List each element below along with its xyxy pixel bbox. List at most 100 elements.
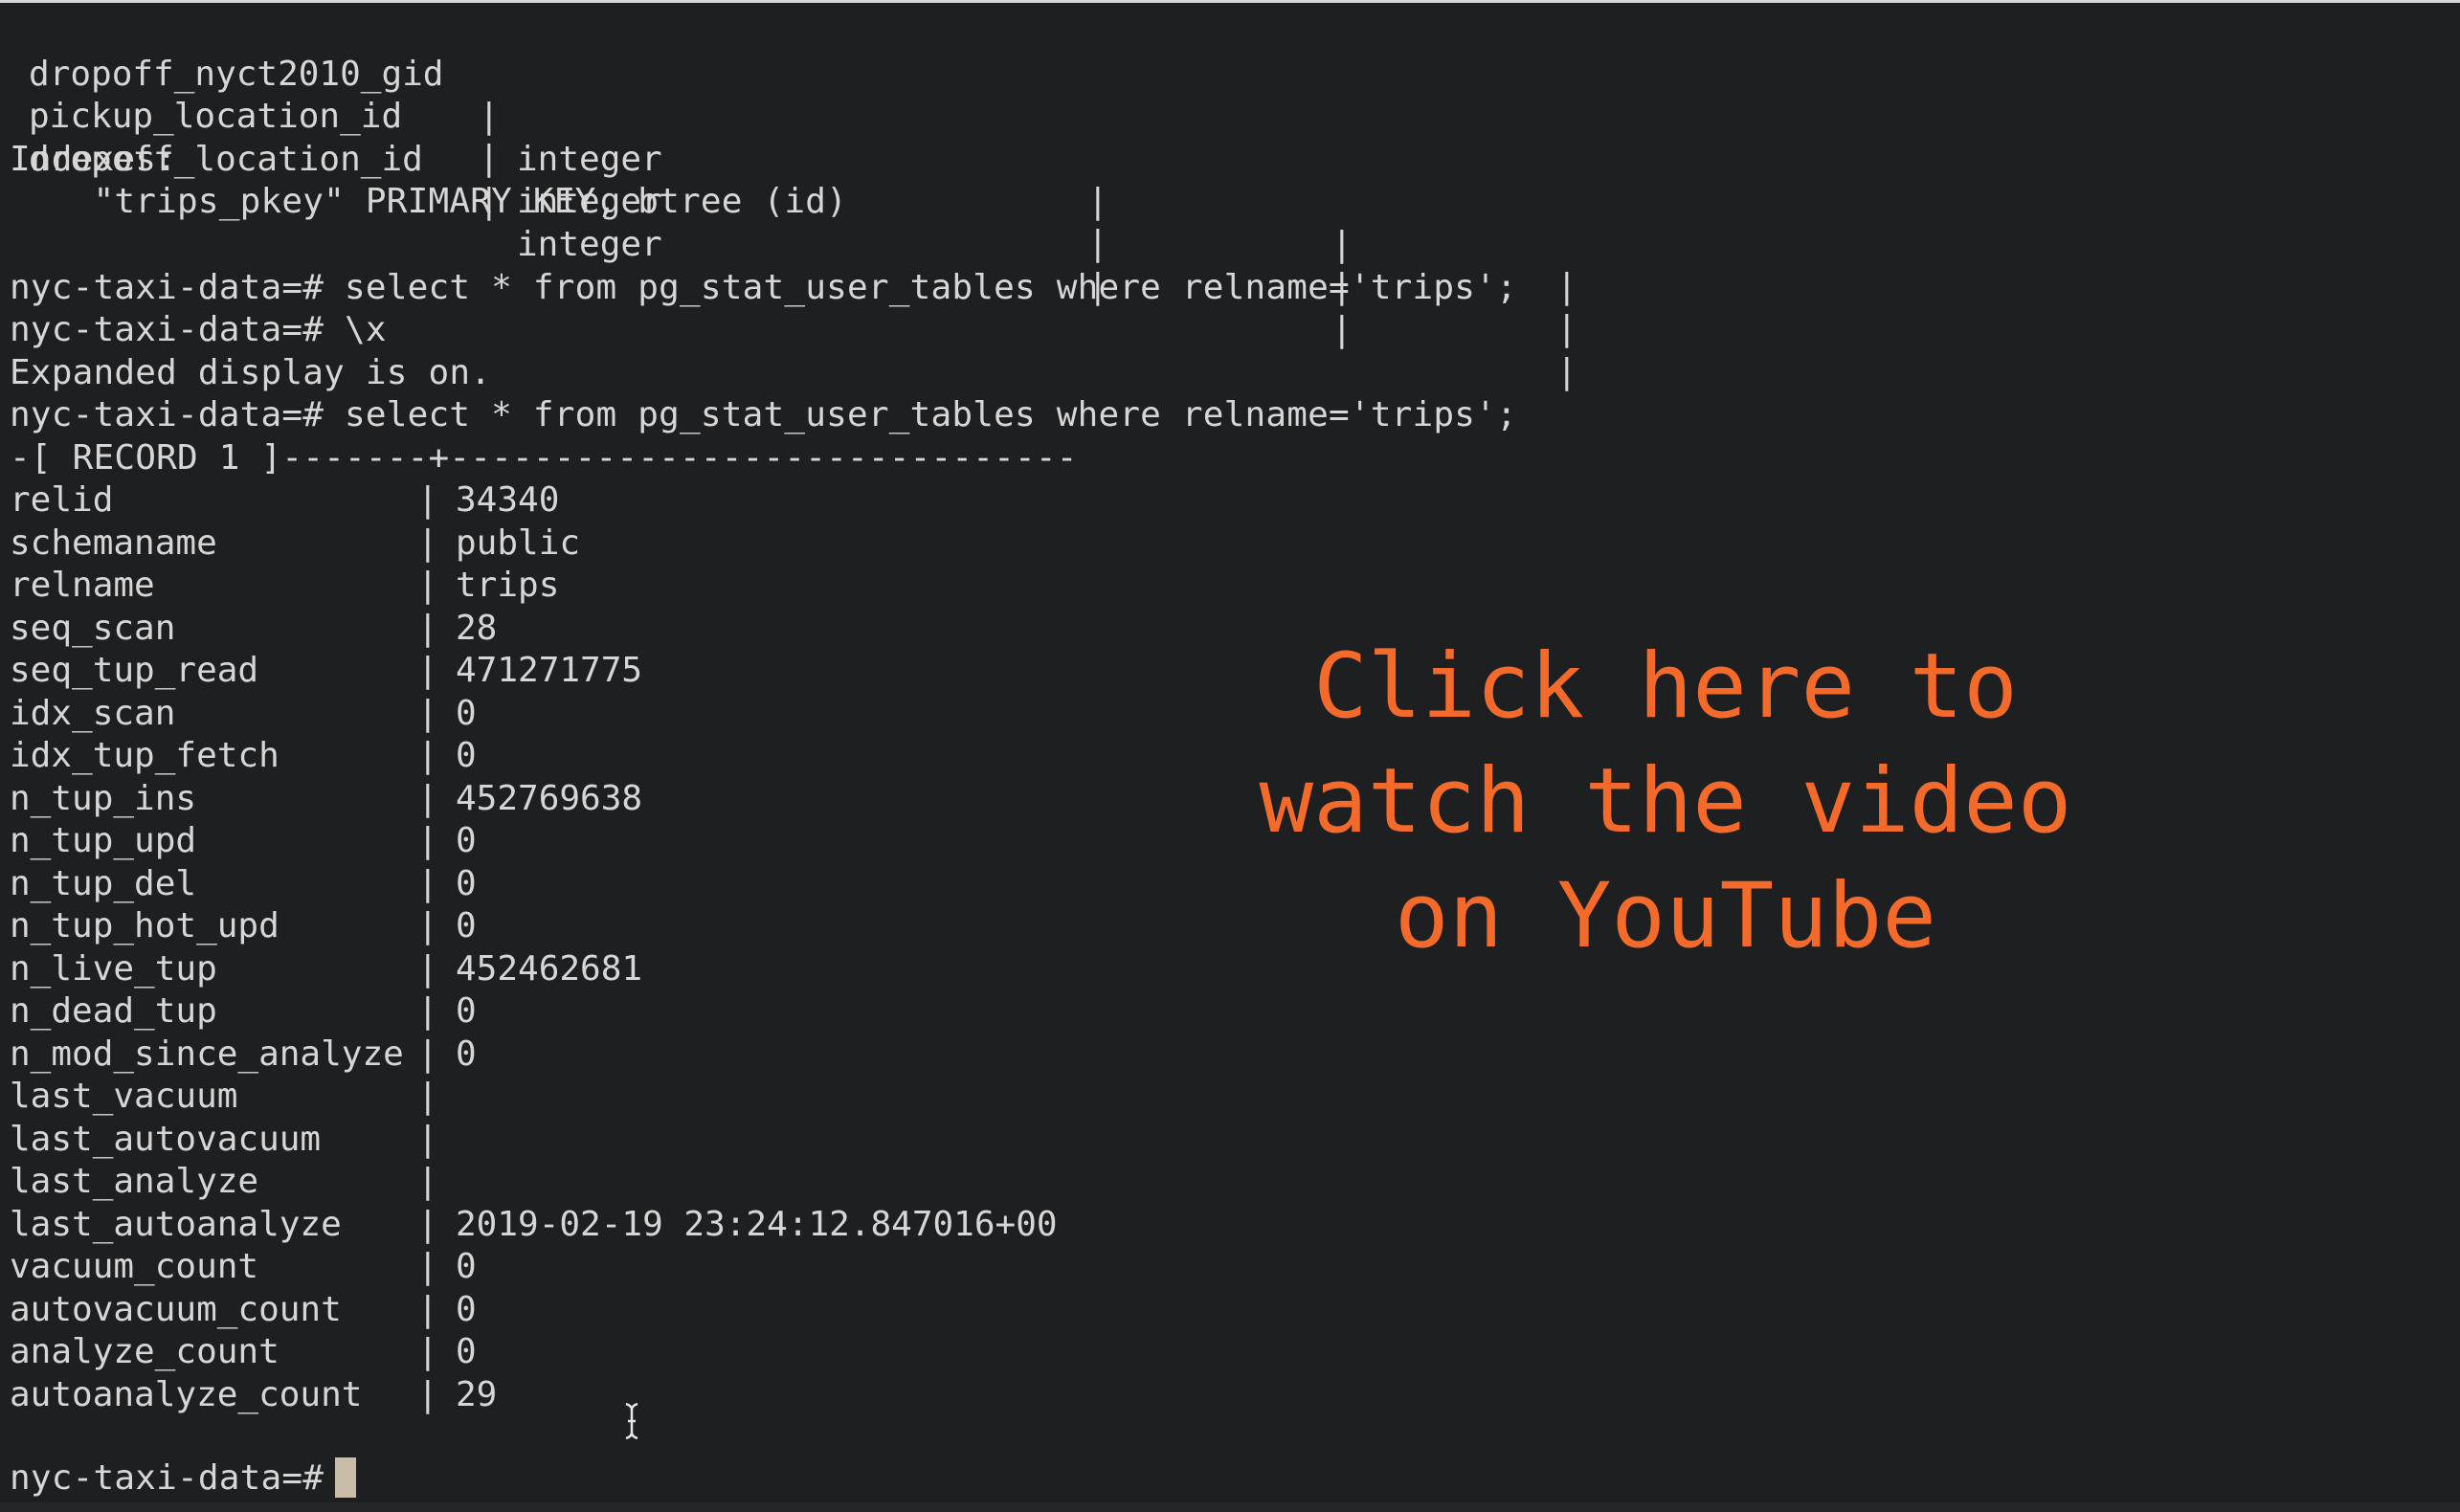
record-value: 34340 [456, 480, 560, 520]
terminal-bottom-edge [0, 1502, 2460, 1512]
record-key: autoanalyze_count [10, 1374, 363, 1414]
record-key: n_tup_ins [10, 778, 197, 818]
command-line: nyc-taxi-data=# select * from pg_stat_us… [10, 395, 1517, 434]
column-type: integer [517, 224, 662, 264]
record-key: last_analyze [10, 1162, 259, 1201]
record-separator: | [417, 480, 438, 520]
record-key: schemaname [10, 523, 217, 563]
record-header: -[ RECORD 1 ]-------+-------------------… [10, 438, 1078, 478]
block-cursor [335, 1457, 356, 1498]
record-value: 28 [456, 608, 498, 648]
column-separator: | [1087, 182, 1108, 221]
record-value: public [456, 523, 581, 563]
record-row: autoanalyze_count | 29 [0, 1374, 1149, 1417]
column-separator: | [1087, 224, 1108, 263]
record-row: relname | trips [0, 565, 1149, 608]
record-row: n_tup_hot_upd | 0 [0, 905, 1149, 948]
record-row: n_live_tup | 452462681 [0, 948, 1149, 991]
prompt[interactable]: nyc-taxi-data=# [10, 1457, 345, 1501]
record-value: 29 [456, 1374, 498, 1414]
record-separator: | [417, 991, 438, 1031]
record-value: 452769638 [456, 778, 643, 818]
record-separator: | [417, 1034, 438, 1074]
record-key: relid [10, 480, 114, 520]
record-value: 0 [456, 906, 477, 945]
index-entry: "trips_pkey" PRIMARY KEY, btree (id) [10, 182, 847, 221]
record-row: vacuum_count | 0 [0, 1246, 1149, 1289]
record-key: analyze_count [10, 1332, 280, 1371]
record-separator: | [417, 1374, 438, 1414]
i-beam-icon [625, 1402, 638, 1440]
record-key: n_live_tup [10, 948, 217, 989]
record-separator: | [417, 523, 438, 563]
record-row: schemaname | public [0, 523, 1149, 566]
record-key: vacuum_count [10, 1247, 259, 1286]
command-line: nyc-taxi-data=# select * from pg_stat_us… [10, 268, 1517, 307]
record-separator: | [417, 863, 438, 903]
record-separator: | [417, 1077, 438, 1116]
record-row: n_mod_since_analyze | 0 [0, 1034, 1149, 1077]
record-value: 0 [456, 1289, 477, 1329]
record-row: analyze_count | 0 [0, 1331, 1149, 1374]
record-row: relid | 34340 [0, 479, 1149, 523]
record-key: last_autovacuum [10, 1119, 322, 1159]
column-separator: | [1556, 309, 1577, 348]
column-separator: | [1331, 309, 1353, 349]
record-value: 0 [456, 736, 477, 775]
indexes-header: Indexes: [10, 140, 177, 179]
record-row: seq_scan | 28 [0, 608, 1149, 651]
column-separator: | [479, 139, 500, 178]
record-key: idx_tup_fetch [10, 736, 280, 775]
record-row: last_vacuum | [0, 1076, 1149, 1119]
record-value: 0 [456, 1247, 477, 1286]
youtube-video-link[interactable]: Click here to watch the video on YouTube [1177, 630, 2154, 974]
record-value: 0 [456, 863, 477, 903]
column-row: dropoff_location_id | integer | | | [0, 96, 1627, 392]
command-line: nyc-taxi-data=# \x [10, 310, 387, 349]
overlay-line-3: on YouTube [1395, 864, 1936, 968]
record-row: n_tup_upd | 0 [0, 820, 1149, 863]
record-key: relname [10, 566, 155, 605]
record-row: last_autovacuum | [0, 1119, 1149, 1162]
terminal-window[interactable]: dropoff_nyct2010_gid | integer | | | pic… [0, 0, 2460, 1512]
record-separator: | [417, 1119, 438, 1159]
record-key: n_dead_tup [10, 991, 217, 1031]
record-row: last_autoanalyze | 2019-02-19 23:24:12.847… [0, 1204, 1149, 1247]
column-row: pickup_location_id | integer | | | [0, 53, 1627, 349]
column-row: dropoff_nyct2010_gid | integer | | | [0, 11, 1627, 307]
record-row: n_dead_tup | 0 [0, 990, 1149, 1034]
record-value: 0 [456, 821, 477, 860]
record-separator: | [417, 1332, 438, 1371]
record-separator: | [417, 736, 438, 775]
overlay-line-1: Click here to [1313, 634, 2018, 739]
record-separator: | [417, 778, 438, 818]
record-separator: | [417, 1204, 438, 1244]
record-separator: | [417, 948, 438, 989]
record-key: n_tup_upd [10, 821, 197, 860]
record-key: n_tup_hot_upd [10, 906, 280, 945]
record-row: n_tup_del | 0 [0, 863, 1149, 906]
record-value: 0 [456, 1034, 477, 1074]
record-separator: | [417, 1247, 438, 1286]
record-value: 0 [456, 1332, 477, 1371]
record-value: 0 [456, 991, 477, 1031]
record-separator: | [417, 1162, 438, 1201]
status-message: Expanded display is on. [10, 353, 492, 392]
record-row: idx_scan | 0 [0, 693, 1149, 736]
record-separator: | [417, 821, 438, 860]
record-key: last_vacuum [10, 1077, 238, 1116]
record-separator: | [417, 906, 438, 945]
record-separator: | [417, 651, 438, 690]
record-value: 0 [456, 693, 477, 733]
record-row: autovacuum_count | 0 [0, 1289, 1149, 1332]
record-value: trips [456, 566, 560, 605]
column-separator: | [1331, 224, 1353, 264]
record-key: autovacuum_count [10, 1289, 342, 1329]
record-key: seq_scan [10, 608, 176, 648]
record-separator: | [417, 608, 438, 648]
record-key: last_autoanalyze [10, 1204, 342, 1244]
record-separator: | [417, 566, 438, 605]
record-key: n_mod_since_analyze [10, 1034, 404, 1074]
record-key: idx_scan [10, 693, 176, 733]
record-separator: | [417, 1289, 438, 1329]
